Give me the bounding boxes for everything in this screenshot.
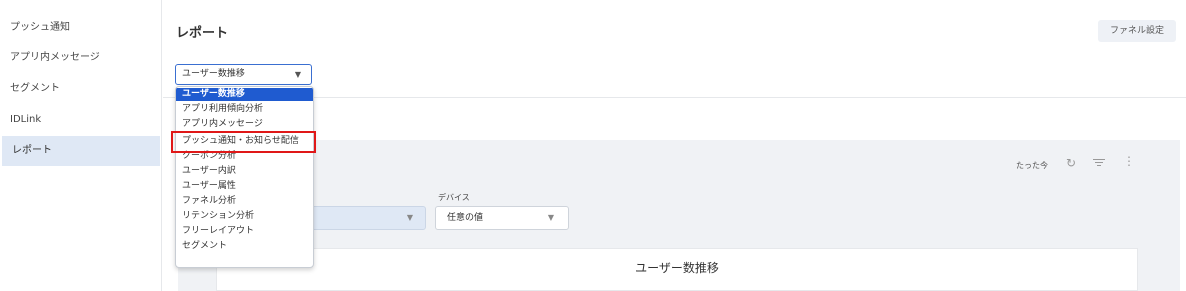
- more-vertical-icon[interactable]: ⋮: [1123, 155, 1135, 167]
- device-select-value: 任意の値: [447, 213, 484, 223]
- report-type-select[interactable]: ユーザー数推移 ▼: [175, 64, 312, 85]
- dropdown-option[interactable]: アプリ利用傾向分析: [176, 103, 313, 116]
- sidebar-item-segment[interactable]: セグメント: [0, 74, 158, 104]
- dropdown-option[interactable]: ユーザー内訳: [176, 165, 313, 178]
- report-type-select-value: ユーザー数推移: [182, 69, 245, 79]
- sidebar-item-idlink[interactable]: IDLink: [0, 105, 158, 135]
- chart-title: ユーザー数推移: [635, 261, 719, 275]
- dropdown-option[interactable]: ユーザー数推移: [176, 88, 313, 101]
- report-type-dropdown: ユーザー数推移 アプリ利用傾向分析 アプリ内メッセージ プッシュ通知・お知らせ配…: [175, 86, 314, 268]
- dropdown-option[interactable]: アプリ内メッセージ: [176, 118, 313, 131]
- refresh-icon[interactable]: ↻: [1066, 156, 1076, 170]
- last-updated-text: たった今: [1016, 161, 1048, 170]
- sidebar-item-push[interactable]: プッシュ通知: [0, 13, 158, 43]
- funnel-settings-button[interactable]: ファネル設定: [1098, 20, 1176, 42]
- chevron-down-icon: ▼: [294, 70, 301, 79]
- dropdown-option[interactable]: ユーザー属性: [176, 180, 313, 193]
- dropdown-option[interactable]: フリーレイアウト: [176, 225, 313, 238]
- sidebar-item-report[interactable]: レポート: [2, 136, 160, 166]
- device-label: デバイス: [438, 193, 470, 202]
- dropdown-option[interactable]: セグメント: [176, 240, 313, 253]
- chart-card: ユーザー数推移: [216, 248, 1138, 291]
- device-select[interactable]: 任意の値 ▼: [435, 206, 569, 230]
- chevron-down-icon: ▼: [406, 213, 413, 222]
- chevron-down-icon: ▼: [547, 213, 554, 222]
- dropdown-option[interactable]: ファネル分析: [176, 195, 313, 208]
- page-title: レポート: [176, 26, 229, 41]
- highlight-box: [171, 131, 316, 153]
- sidebar-item-in-app-message[interactable]: アプリ内メッセージ: [0, 43, 158, 73]
- sidebar: プッシュ通知 アプリ内メッセージ セグメント IDLink レポート: [0, 0, 162, 291]
- dropdown-option[interactable]: リテンション分析: [176, 210, 313, 223]
- filter-icon[interactable]: [1093, 157, 1105, 167]
- header-divider: [163, 97, 1186, 98]
